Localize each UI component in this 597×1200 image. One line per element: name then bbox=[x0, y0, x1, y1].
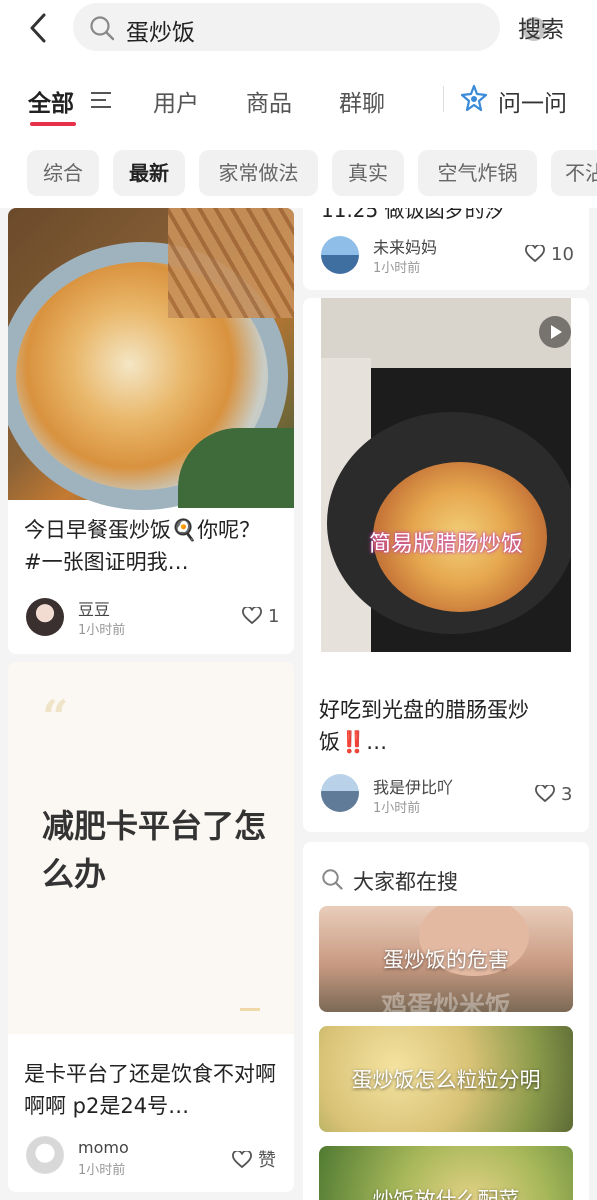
video-play-icon[interactable] bbox=[539, 316, 571, 348]
post-time: 1小时前 bbox=[373, 801, 421, 816]
like-count-value: 赞 bbox=[258, 1150, 276, 1171]
heart-icon bbox=[232, 1149, 252, 1169]
back-arrow-icon bbox=[30, 13, 46, 43]
hot-search-item[interactable]: 蛋炒饭怎么粒粒分明 bbox=[319, 1026, 573, 1132]
note-title-fragment: 11.25 做饭囡罗的汐 bbox=[321, 208, 505, 222]
like-count[interactable]: 赞 bbox=[232, 1146, 276, 1172]
search-results-page: 蛋炒饭 搜索 全部 用户 商品 群聊 问一问 综合 最新 家常做法 真实 空气炸… bbox=[0, 0, 597, 1200]
hot-search-label: 蛋炒饭的危害 bbox=[383, 948, 509, 972]
avatar[interactable] bbox=[321, 774, 359, 812]
active-tab-indicator bbox=[30, 122, 76, 126]
hot-search-label: 炒饭放什么配菜 bbox=[372, 1188, 520, 1200]
hot-search-title: 大家都在搜 bbox=[353, 870, 458, 894]
filter-menu-icon[interactable] bbox=[90, 90, 112, 110]
hot-search-panel: 大家都在搜 鸡蛋炒米饭 蛋炒饭的危害 蛋炒饭怎么粒粒分明 炒饭放什么配菜 bbox=[303, 842, 589, 1200]
search-button[interactable]: 搜索 bbox=[518, 10, 564, 44]
note-card-sausage-fried-rice[interactable]: 简易版腊肠炒饭 好吃到光盘的腊肠蛋炒饭‼️… 我是伊比吖 1小时前 3 bbox=[303, 298, 589, 832]
post-time: 1小时前 bbox=[78, 1163, 126, 1178]
post-time: 1小时前 bbox=[373, 261, 421, 276]
heart-icon bbox=[242, 605, 262, 625]
hot-search-bg-text: 鸡蛋炒米饭 bbox=[380, 992, 511, 1012]
author-name[interactable]: momo bbox=[78, 1138, 129, 1157]
filter-chips: 综合 最新 家常做法 真实 空气炸锅 不沾 bbox=[0, 140, 597, 208]
search-query-text: 蛋炒饭 bbox=[126, 20, 195, 46]
author-name[interactable]: 我是伊比吖 bbox=[373, 774, 453, 798]
like-count[interactable]: 10 bbox=[525, 243, 574, 265]
hot-search-label: 蛋炒饭怎么粒粒分明 bbox=[351, 1068, 541, 1092]
tab-users[interactable]: 用户 bbox=[153, 84, 199, 118]
search-input[interactable]: 蛋炒饭 bbox=[73, 3, 546, 51]
quote-text: 减肥卡平台了怎么办 bbox=[42, 807, 267, 893]
heart-icon bbox=[535, 783, 555, 803]
ask-label: 问一问 bbox=[498, 91, 567, 117]
like-count-value: 1 bbox=[268, 606, 280, 627]
note-title: 是卡平台了还是饮食不对啊啊啊 p2是24号… bbox=[24, 1062, 276, 1118]
category-tabs: 全部 用户 商品 群聊 问一问 bbox=[0, 60, 597, 140]
search-icon bbox=[322, 869, 343, 890]
chip-real[interactable]: 真实 bbox=[332, 150, 404, 196]
chip-home-recipe[interactable]: 家常做法 bbox=[199, 150, 318, 196]
author-name[interactable]: 豆豆 bbox=[78, 596, 110, 620]
chip-latest[interactable]: 最新 bbox=[113, 150, 185, 196]
note-card-weight-plateau[interactable]: “ 减肥卡平台了怎么办 是卡平台了还是饮食不对啊啊啊 p2是24号… momo … bbox=[8, 662, 294, 1192]
note-title: 好吃到光盘的腊肠蛋炒饭‼️… bbox=[319, 698, 529, 754]
like-count-value: 3 bbox=[561, 784, 573, 805]
avatar[interactable] bbox=[321, 236, 359, 274]
chip-air-fryer[interactable]: 空气炸锅 bbox=[418, 150, 537, 196]
back-button[interactable] bbox=[26, 12, 54, 44]
quote-mark-icon: “ bbox=[42, 690, 69, 744]
author-name[interactable]: 未来妈妈 bbox=[373, 234, 437, 258]
top-bar: 蛋炒饭 搜索 bbox=[0, 0, 597, 60]
hot-search-item[interactable]: 鸡蛋炒米饭 蛋炒饭的危害 bbox=[319, 906, 573, 1012]
post-time: 1小时前 bbox=[78, 623, 126, 638]
quote-decoration bbox=[240, 1008, 260, 1011]
chip-comprehensive[interactable]: 综合 bbox=[27, 150, 99, 196]
tab-all[interactable]: 全部 bbox=[28, 84, 74, 118]
video-thumbnail: 简易版腊肠炒饭 bbox=[321, 298, 571, 652]
search-icon bbox=[90, 16, 115, 41]
hot-search-item[interactable]: 炒饭放什么配菜 bbox=[319, 1146, 573, 1200]
like-count[interactable]: 3 bbox=[535, 783, 573, 805]
avatar[interactable] bbox=[26, 1136, 64, 1174]
note-card-partial[interactable]: 11.25 做饭囡罗的汐 未来妈妈 1小时前 10 bbox=[303, 208, 589, 290]
note-card-fried-rice-breakfast[interactable]: 今日早餐蛋炒饭🍳你呢？ #一张图证明我… 豆豆 1小时前 1 bbox=[8, 208, 294, 654]
sparkle-star-icon bbox=[460, 84, 488, 112]
tab-divider bbox=[443, 86, 444, 112]
note-title: 今日早餐蛋炒饭🍳你呢？ #一张图证明我… bbox=[24, 518, 261, 574]
avatar[interactable] bbox=[26, 598, 64, 636]
heart-icon bbox=[525, 243, 545, 263]
fried-rice-photo bbox=[8, 208, 294, 510]
like-count-value: 10 bbox=[551, 244, 574, 265]
like-count[interactable]: 1 bbox=[242, 605, 280, 627]
tab-group-chats[interactable]: 群聊 bbox=[339, 84, 385, 118]
chip-nonstick[interactable]: 不沾 bbox=[551, 150, 597, 196]
video-overlay-caption: 简易版腊肠炒饭 bbox=[368, 532, 523, 557]
tab-products[interactable]: 商品 bbox=[246, 84, 292, 118]
